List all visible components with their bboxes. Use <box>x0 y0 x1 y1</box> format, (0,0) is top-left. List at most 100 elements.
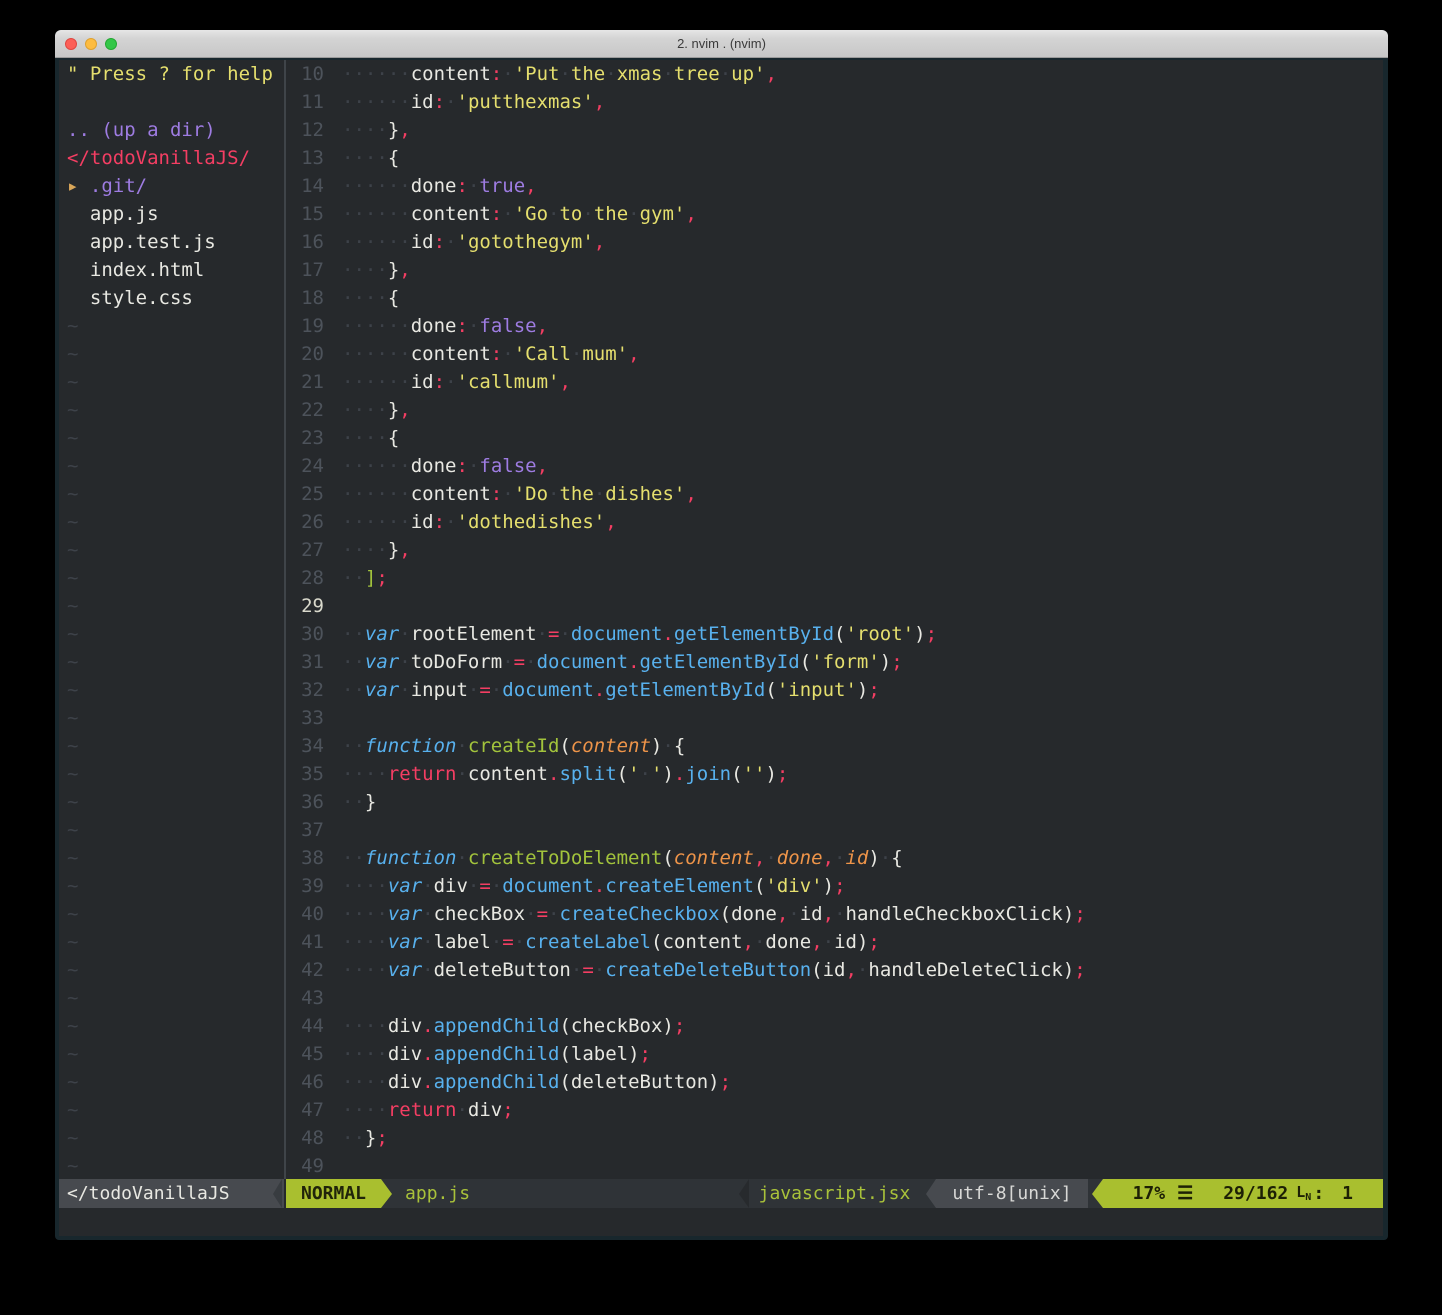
code-line[interactable]: 43 <box>286 984 1383 1012</box>
code-line-text: ····return·content.split('·').join(''); <box>342 760 788 788</box>
line-number: 46 <box>286 1068 324 1096</box>
code-line[interactable]: 37 <box>286 816 1383 844</box>
code-line[interactable]: 24······done:·false, <box>286 452 1383 480</box>
powerline-arrow-left-icon <box>739 1179 749 1208</box>
netrw-sidebar: " Press ? for help.. (up a dir)</todoVan… <box>59 60 284 1180</box>
code-line[interactable]: 10······content:·'Put·the·xmas·tree·up', <box>286 60 1383 88</box>
code-line[interactable]: 49 <box>286 1152 1383 1180</box>
code-line[interactable]: 25······content:·'Do·the·dishes', <box>286 480 1383 508</box>
code-line[interactable]: 28··]; <box>286 564 1383 592</box>
command-line[interactable] <box>59 1208 1383 1236</box>
line-number: 35 <box>286 760 324 788</box>
empty-line-tilde: ~ <box>59 368 284 396</box>
code-line-text: ······done:·false, <box>342 312 548 340</box>
empty-line-tilde: ~ <box>59 928 284 956</box>
empty-line-tilde: ~ <box>59 1152 284 1180</box>
empty-line-tilde: ~ <box>59 312 284 340</box>
line-number: 10 <box>286 60 324 88</box>
code-line[interactable]: 19······done:·false, <box>286 312 1383 340</box>
code-line-text: ····{ <box>342 424 399 452</box>
line-number: 27 <box>286 536 324 564</box>
terminal-window: 2. nvim . (nvim) " Press ? for help.. (u… <box>55 30 1388 1240</box>
code-line[interactable]: 34··function·createId(content)·{ <box>286 732 1383 760</box>
code-line[interactable]: 26······id:·'dothedishes', <box>286 508 1383 536</box>
empty-line-tilde: ~ <box>59 508 284 536</box>
code-line[interactable]: 48··}; <box>286 1124 1383 1152</box>
empty-line-tilde: ~ <box>59 648 284 676</box>
code-line-text: ····{ <box>342 284 399 312</box>
code-line[interactable]: 18····{ <box>286 284 1383 312</box>
empty-line-tilde: ~ <box>59 1124 284 1152</box>
code-line[interactable]: 16······id:·'gotothegym', <box>286 228 1383 256</box>
statusline-netrw-segment: </todoVanillaJS <box>59 1179 284 1208</box>
code-line[interactable]: 22····}, <box>286 396 1383 424</box>
chevron-left-icon <box>273 1179 282 1208</box>
zoom-button[interactable] <box>105 38 117 50</box>
line-number: 13 <box>286 144 324 172</box>
code-line-text: ····var·div·=·document.createElement('di… <box>342 872 846 900</box>
code-line[interactable]: 11······id:·'putthexmas', <box>286 88 1383 116</box>
line-number: 23 <box>286 424 324 452</box>
code-line[interactable]: 30··var·rootElement·=·document.getElemen… <box>286 620 1383 648</box>
statusline-filename: app.js <box>405 1179 470 1208</box>
netrw-file-app-js[interactable]: app.js <box>59 200 284 228</box>
code-line[interactable]: 29 <box>286 592 1383 620</box>
code-line[interactable]: 36··} <box>286 788 1383 816</box>
line-number: 12 <box>286 116 324 144</box>
code-line-text: ··var·toDoForm·=·document.getElementById… <box>342 648 903 676</box>
netrw-file-app-test-js[interactable]: app.test.js <box>59 228 284 256</box>
code-line[interactable]: 21······id:·'callmum', <box>286 368 1383 396</box>
code-line[interactable]: 39····var·div·=·document.createElement('… <box>286 872 1383 900</box>
line-number: 34 <box>286 732 324 760</box>
code-line[interactable]: 38··function·createToDoElement(content,·… <box>286 844 1383 872</box>
traffic-lights <box>65 38 117 50</box>
code-line[interactable]: 42····var·deleteButton·=·createDeleteBut… <box>286 956 1383 984</box>
powerline-arrow-left-icon <box>1092 1179 1103 1208</box>
code-line-text: ··var·input·=·document.getElementById('i… <box>342 676 880 704</box>
line-number: 44 <box>286 1012 324 1040</box>
line-number: 28 <box>286 564 324 592</box>
statusline-filetype: javascript.jsx <box>749 1179 927 1208</box>
netrw-updir-item[interactable]: .. (up a dir) <box>59 116 284 144</box>
empty-line-tilde: ~ <box>59 592 284 620</box>
line-number-icon: LN <box>1296 1178 1311 1209</box>
code-line[interactable]: 44····div.appendChild(checkBox); <box>286 1012 1383 1040</box>
minimize-button[interactable] <box>85 38 97 50</box>
empty-line-tilde: ~ <box>59 480 284 508</box>
netrw-dir-git[interactable]: ▸ .git/ <box>59 172 284 200</box>
code-line[interactable]: 33 <box>286 704 1383 732</box>
line-number: 36 <box>286 788 324 816</box>
empty-line-tilde: ~ <box>59 536 284 564</box>
empty-line-tilde: ~ <box>59 788 284 816</box>
code-line[interactable]: 32··var·input·=·document.getElementById(… <box>286 676 1383 704</box>
netrw-blank-line <box>59 88 284 116</box>
statusline-right-group: javascript.jsx utf-8[unix] 17% ☰ 29/162 … <box>739 1179 1383 1208</box>
line-number: 47 <box>286 1096 324 1124</box>
empty-line-tilde: ~ <box>59 984 284 1012</box>
window-titlebar[interactable]: 2. nvim . (nvim) <box>55 30 1388 58</box>
code-line[interactable]: 40····var·checkBox·=·createCheckbox(done… <box>286 900 1383 928</box>
netrw-file-style-css[interactable]: style.css <box>59 284 284 312</box>
column-number: 1 <box>1342 1180 1353 1208</box>
code-line[interactable]: 12····}, <box>286 116 1383 144</box>
empty-line-tilde: ~ <box>59 564 284 592</box>
code-line-text: ······content:·'Call·mum', <box>342 340 640 368</box>
code-line[interactable]: 15······content:·'Go·to·the·gym', <box>286 200 1383 228</box>
close-button[interactable] <box>65 38 77 50</box>
code-line[interactable]: 45····div.appendChild(label); <box>286 1040 1383 1068</box>
code-line[interactable]: 31··var·toDoForm·=·document.getElementBy… <box>286 648 1383 676</box>
code-line[interactable]: 46····div.appendChild(deleteButton); <box>286 1068 1383 1096</box>
code-lines: 10······content:·'Put·the·xmas·tree·up',… <box>286 60 1383 1180</box>
code-line[interactable]: 41····var·label·=·createLabel(content,·d… <box>286 928 1383 956</box>
netrw-file-index-html[interactable]: index.html <box>59 256 284 284</box>
code-line[interactable]: 20······content:·'Call·mum', <box>286 340 1383 368</box>
code-line[interactable]: 47····return·div; <box>286 1096 1383 1124</box>
code-line[interactable]: 35 ····return·content.split('·').join('')… <box>286 760 1383 788</box>
code-line[interactable]: 23 ····{ <box>286 424 1383 452</box>
code-line[interactable]: 27····}, <box>286 536 1383 564</box>
line-number: 45 <box>286 1040 324 1068</box>
cursor-position: 29/162 <box>1223 1180 1288 1208</box>
code-line[interactable]: 14······done:·true, <box>286 172 1383 200</box>
code-line[interactable]: 13····{ <box>286 144 1383 172</box>
code-line[interactable]: 17····}, <box>286 256 1383 284</box>
